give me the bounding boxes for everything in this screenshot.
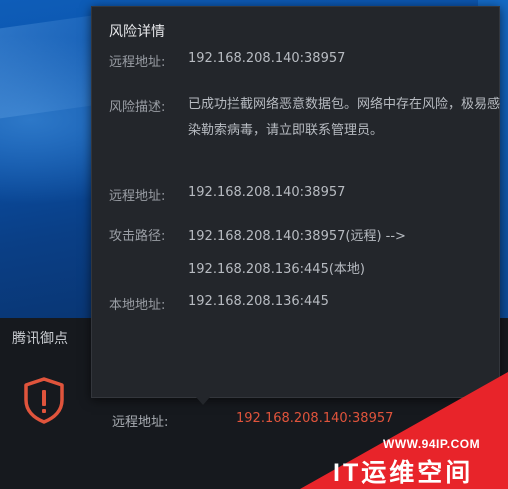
remote-address-label-2: 远程地址: (109, 189, 166, 204)
shield-warning-icon (24, 377, 64, 424)
attack-path-line-2: 192.168.208.136:445(本地) (188, 262, 365, 277)
remote-address-value: 192.168.208.140:38957 (188, 51, 346, 66)
remote-address-label: 远程地址: (109, 55, 166, 70)
notification-remote-label: 远程地址: (112, 415, 169, 430)
local-address-value: 192.168.208.136:445 (188, 294, 329, 309)
local-address-label: 本地地址: (109, 298, 166, 313)
risk-description-label: 风险描述: (109, 100, 166, 115)
attack-path-line-1: 192.168.208.140:38957(远程) --> (188, 229, 406, 244)
popup-title: 风险详情 (109, 24, 165, 40)
notification-title: 腾讯御点 (12, 331, 68, 347)
risk-description-value: 已成功拦截网络恶意数据包。网络中存在风险，极易感染勒索病毒，请立即联系管理员。 (188, 97, 501, 138)
notification-remote-value: 192.168.208.140:38957 (236, 411, 394, 426)
watermark-name: IT运维空间 (333, 459, 474, 487)
popup-arrow (196, 397, 210, 405)
watermark-url: WWW.94IP.COM (383, 437, 481, 451)
remote-address-value-2: 192.168.208.140:38957 (188, 185, 346, 200)
attack-path-label: 攻击路径: (109, 229, 166, 244)
